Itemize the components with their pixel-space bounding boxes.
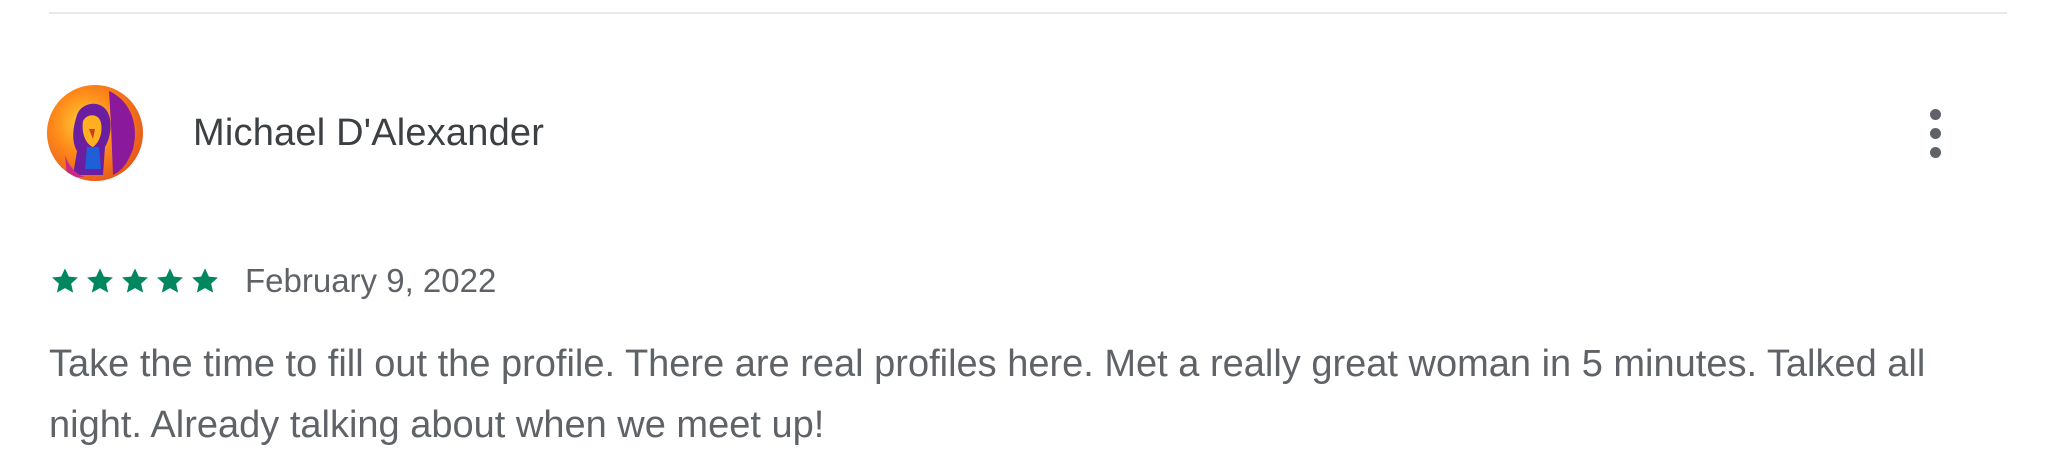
- more-vert-icon: [1929, 108, 1941, 120]
- star-icon: [87, 268, 113, 293]
- author-name: Michael D'Alexander: [193, 111, 545, 154]
- more-options-button[interactable]: [1910, 100, 1960, 166]
- avatar-image: [47, 85, 143, 181]
- star-icon: [52, 268, 78, 293]
- review-text: Take the time to fill out the profile. T…: [49, 343, 1926, 446]
- star-rating: [49, 265, 221, 297]
- review-divider: [49, 12, 2007, 14]
- rating-row: February 9, 2022: [49, 256, 496, 306]
- star-icon: [157, 268, 183, 293]
- avatar[interactable]: [47, 85, 143, 181]
- review-header: Michael D'Alexander: [47, 83, 1967, 183]
- review-date: February 9, 2022: [245, 262, 497, 299]
- star-icon: [192, 268, 218, 293]
- star-icon: [122, 268, 148, 293]
